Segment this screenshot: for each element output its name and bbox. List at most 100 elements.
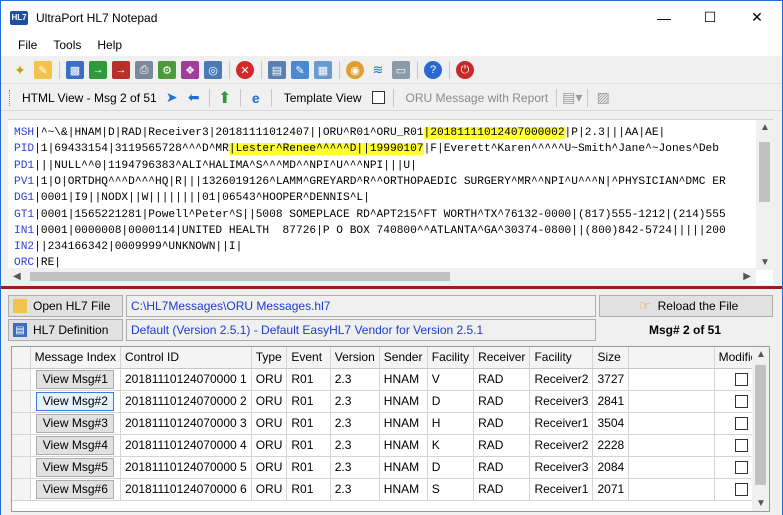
maximize-button[interactable]: ☐ (687, 1, 733, 34)
view-message-button[interactable]: View Msg#6 (36, 479, 115, 499)
settings-icon[interactable]: ⚙ (158, 61, 176, 79)
power-icon[interactable]: ⏻ (456, 61, 474, 79)
template-view-label: Template View (283, 90, 362, 105)
grid-view-icon[interactable]: ▦ (314, 61, 332, 79)
cell-sender: HNAM (379, 478, 428, 501)
modified-checkbox[interactable] (734, 372, 748, 386)
row-header[interactable] (12, 412, 31, 435)
view-message-button[interactable]: View Msg#5 (36, 457, 115, 477)
minimize-button[interactable]: — (641, 1, 687, 34)
next-arrow-icon[interactable]: ➤ (163, 89, 181, 106)
toolbar-separator (392, 88, 394, 107)
col-message-index[interactable]: Message Index (30, 347, 122, 369)
open-hl7-file-button[interactable]: Open HL7 File (8, 295, 123, 317)
modified-checkbox[interactable] (734, 460, 748, 474)
segment-id: MSH (14, 127, 35, 139)
up-arrow-icon[interactable]: ⬆ (216, 90, 234, 107)
grid-vertical-scrollbar[interactable]: ▲ ▼ (752, 347, 769, 511)
col-sender[interactable]: Sender (379, 347, 428, 369)
form-view-icon[interactable]: ▤ (268, 61, 286, 79)
scroll-up-icon[interactable]: ▲ (760, 122, 770, 133)
broadcast-icon[interactable]: ≋ (369, 61, 387, 79)
close-button[interactable]: ✕ (734, 1, 780, 34)
edit-icon[interactable]: ✎ (291, 61, 309, 79)
scroll-thumb[interactable] (30, 272, 450, 281)
template-view-checkbox[interactable] (371, 91, 385, 104)
scroll-down-icon[interactable]: ▼ (760, 257, 770, 268)
modified-checkbox[interactable] (734, 482, 748, 496)
scroll-thumb[interactable] (759, 142, 770, 202)
menu-file[interactable]: File (10, 38, 45, 52)
palette-icon[interactable]: ◉ (346, 61, 364, 79)
segment-id: PV1 (14, 175, 35, 188)
scroll-right-icon[interactable]: ▶ (743, 271, 751, 282)
row-header[interactable] (12, 456, 31, 479)
window-icon[interactable]: ▭ (392, 61, 410, 79)
scroll-down-icon[interactable]: ▼ (756, 498, 766, 509)
view-message-button[interactable]: View Msg#4 (36, 435, 115, 455)
import-icon[interactable]: → (89, 61, 107, 79)
col-control-id[interactable]: Control ID (120, 347, 252, 369)
new-file-icon[interactable]: ✎ (34, 61, 52, 79)
html-view-label[interactable]: HTML View - Msg 2 of 51 (22, 91, 157, 105)
file-path-field[interactable]: C:\HL7Messages\ORU Messages.hl7 (126, 295, 596, 317)
col-facility[interactable]: Facility (427, 347, 475, 369)
tools-icon[interactable]: ◎ (204, 61, 222, 79)
modified-checkbox[interactable] (734, 416, 748, 430)
cell-facility: S (427, 478, 475, 501)
hl7-segment-line[interactable]: IN1|0001|0000008|0000114|UNITED HEALTH 8… (14, 224, 726, 238)
modified-checkbox[interactable] (734, 438, 748, 452)
table-row[interactable]: View Msg#5 20181110124070000 5 ORU R01 2.3 HN… (12, 456, 769, 479)
row-header[interactable] (12, 478, 31, 501)
table-row[interactable]: View Msg#2 20181110124070000 2 ORU R01 2.3 HN… (12, 390, 769, 413)
col-size[interactable]: Size (592, 347, 630, 369)
col-event[interactable]: Event (286, 347, 331, 369)
col-receiver-facility[interactable]: Facility (529, 347, 594, 369)
stop-icon[interactable]: ✕ (236, 61, 254, 79)
save-icon[interactable]: ▩ (66, 61, 84, 79)
definition-icon: ▤ (13, 323, 27, 337)
hl7-segment-line[interactable]: MSH|^~\&|HNAM|D|RAD|Receiver3|2018111101… (14, 126, 665, 140)
row-header[interactable] (12, 390, 31, 413)
col-version[interactable]: Version (330, 347, 380, 369)
hl7-message-editor[interactable]: MSH|^~\&|HNAM|D|RAD|Receiver3|2018111101… (8, 119, 773, 285)
reload-file-button[interactable]: ☞ Reload the File (599, 295, 773, 317)
col-receiver[interactable]: Receiver (473, 347, 531, 369)
hl7-segment-line[interactable]: IN2||234166342|0009999^UNKNOWN||I| (14, 240, 242, 254)
row-header[interactable] (12, 434, 31, 457)
print-icon[interactable]: ⎙ (135, 61, 153, 79)
cell-size: 2084 (592, 456, 630, 479)
scroll-up-icon[interactable]: ▲ (756, 349, 766, 360)
scroll-thumb[interactable] (755, 365, 766, 485)
hl7-segment-line[interactable]: PV1|1|O|ORTDHQ^^^D^^^HQ|R|||1326019126^L… (14, 175, 726, 189)
editor-horizontal-scrollbar[interactable]: ◀ ▶ (8, 268, 756, 285)
export-icon[interactable]: → (112, 61, 130, 79)
hl7-segment-line[interactable]: PD1|||NULL^^0|1194796383^ALI^HALIMA^S^^^… (14, 159, 417, 173)
help-icon[interactable]: ? (424, 61, 442, 79)
hl7-segment-line[interactable]: DG1|0001|I9||NODX||W||||||||01|06543^HOO… (14, 191, 370, 205)
hl7-segment-line[interactable]: GT1|0001|1565221281|Powell^Peter^S||5008… (14, 208, 726, 222)
table-row[interactable]: View Msg#3 20181110124070000 3 ORU R01 2.3 HN… (12, 412, 769, 435)
hl7-definition-button[interactable]: ▤ HL7 Definition (8, 319, 123, 341)
view-message-button[interactable]: View Msg#1 (36, 369, 115, 389)
previous-arrow-icon[interactable]: ⬅ (185, 89, 203, 106)
table-row[interactable]: View Msg#6 20181110124070000 6 ORU R01 2.3 HN… (12, 478, 769, 501)
table-row[interactable]: View Msg#1 20181110124070000 1 ORU R01 2.3 HN… (12, 368, 769, 391)
plugin-icon[interactable]: ❖ (181, 61, 199, 79)
row-header[interactable] (12, 368, 31, 391)
magic-wand-icon[interactable]: ✦ (11, 61, 29, 79)
menu-tools[interactable]: Tools (45, 38, 89, 52)
scroll-left-icon[interactable]: ◀ (13, 271, 21, 282)
modified-checkbox[interactable] (734, 394, 748, 408)
share-icon[interactable]: ▨ (594, 89, 612, 106)
view-message-button[interactable]: View Msg#3 (36, 413, 115, 433)
table-row[interactable]: View Msg#4 20181110124070000 4 ORU R01 2.3 HN… (12, 434, 769, 457)
hl7-segment-line[interactable]: PID|1|69433154|3119565728^^^D^MR|Lester^… (14, 142, 719, 156)
editor-vertical-scrollbar[interactable]: ▲ ▼ (756, 120, 773, 270)
menu-help[interactable]: Help (89, 38, 130, 52)
browser-icon[interactable]: e (247, 90, 265, 106)
hl7-definition-field[interactable]: Default (Version 2.5.1) - Default EasyHL… (126, 319, 596, 341)
view-message-button[interactable]: View Msg#2 (36, 391, 115, 411)
col-type[interactable]: Type (251, 347, 288, 369)
pdf-export-icon[interactable]: ▤▾ (562, 89, 582, 106)
